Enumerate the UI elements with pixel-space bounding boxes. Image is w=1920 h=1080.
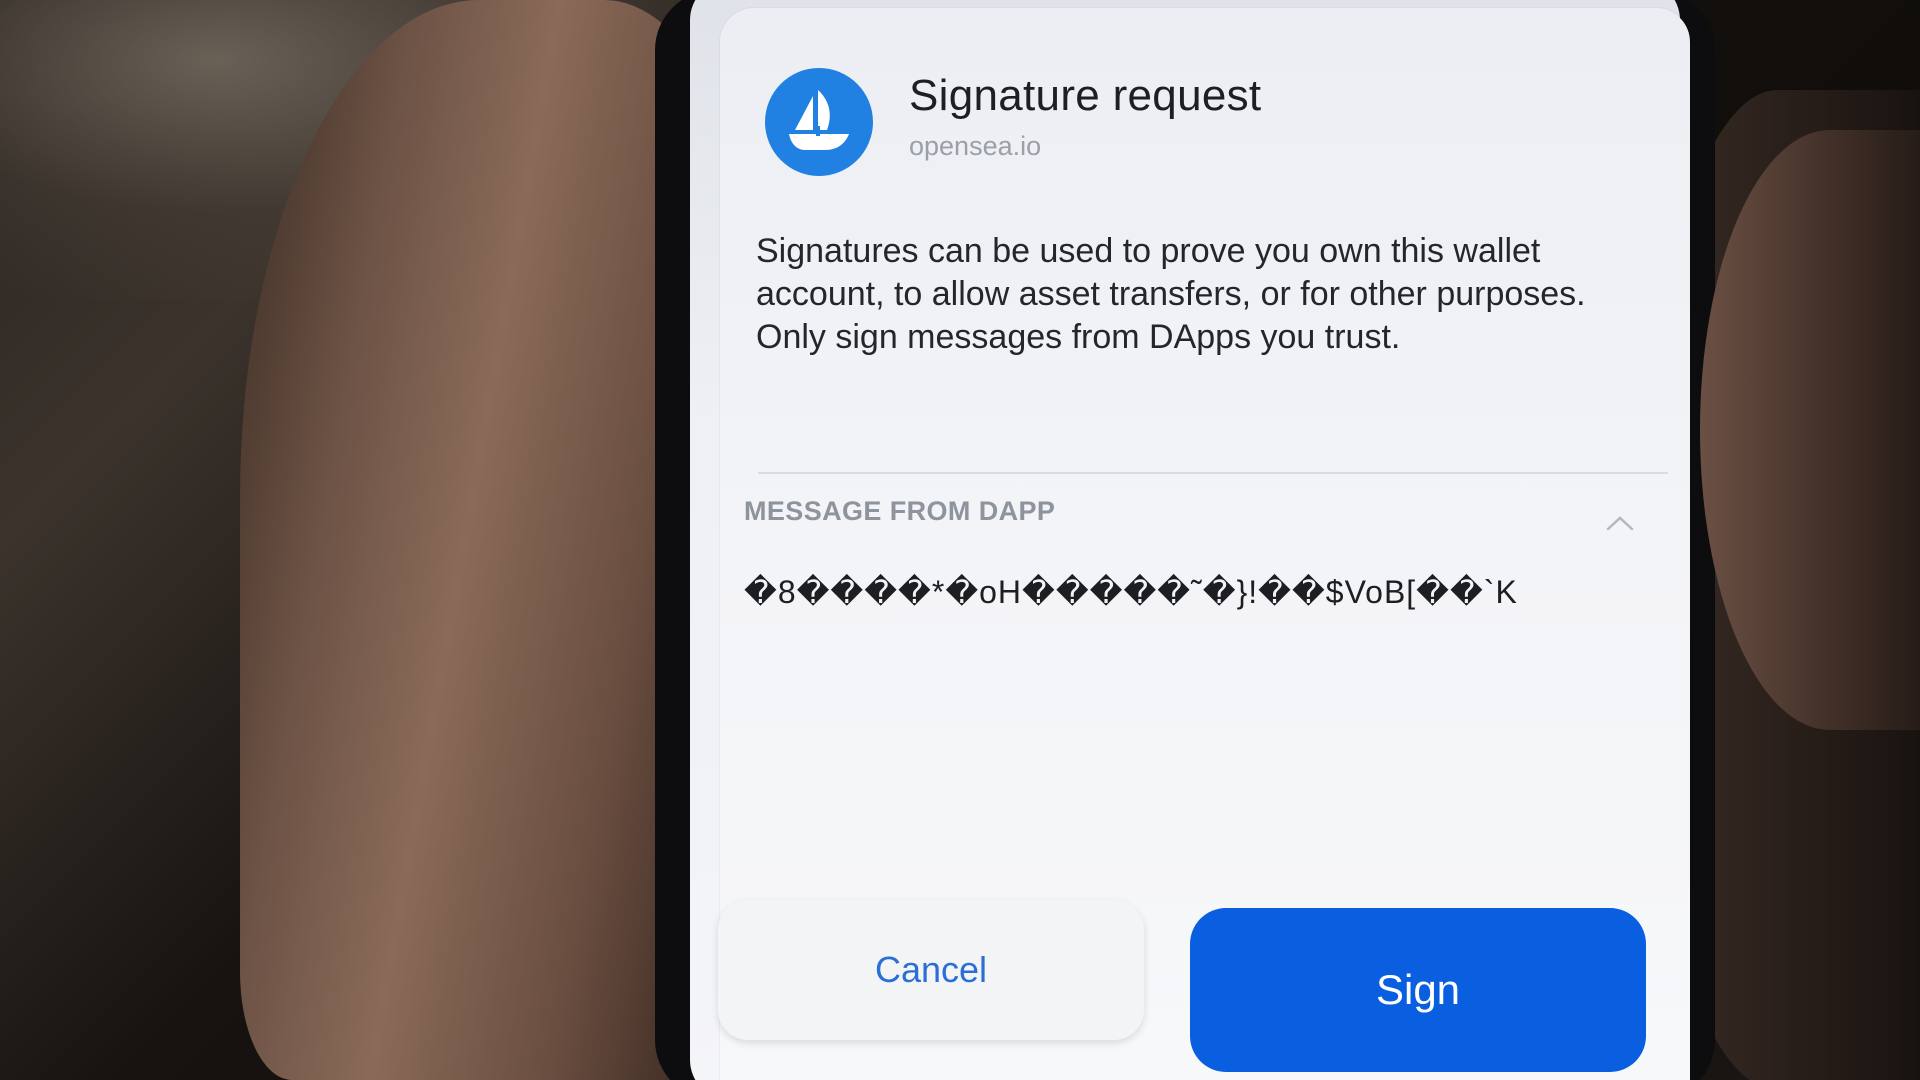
message-section-label: MESSAGE FROM DAPP [744, 496, 1056, 526]
dialog-header: Signature request opensea.io [765, 68, 1261, 176]
cancel-button[interactable]: Cancel [718, 900, 1144, 1040]
header-text: Signature request opensea.io [909, 71, 1261, 162]
chevron-up-icon[interactable] [1600, 508, 1640, 538]
dialog-title: Signature request [909, 70, 1262, 120]
dapp-message-text: �8����*�oH�����˜�}!��$VoB[��`K [744, 574, 1518, 610]
divider [758, 472, 1668, 474]
request-origin: opensea.io [909, 130, 1042, 161]
sign-button[interactable]: Sign [1190, 908, 1646, 1072]
opensea-ship-icon-glyph [789, 90, 849, 150]
photo-scene: Signature request opensea.io Signatures … [0, 0, 1920, 1080]
signature-description: Signatures can be used to prove you own … [756, 232, 1586, 356]
opensea-ship-icon [765, 68, 873, 176]
chevron-up-icon-glyph [1606, 516, 1634, 531]
signature-request-sheet: Signature request opensea.io Signatures … [718, 8, 1690, 1080]
